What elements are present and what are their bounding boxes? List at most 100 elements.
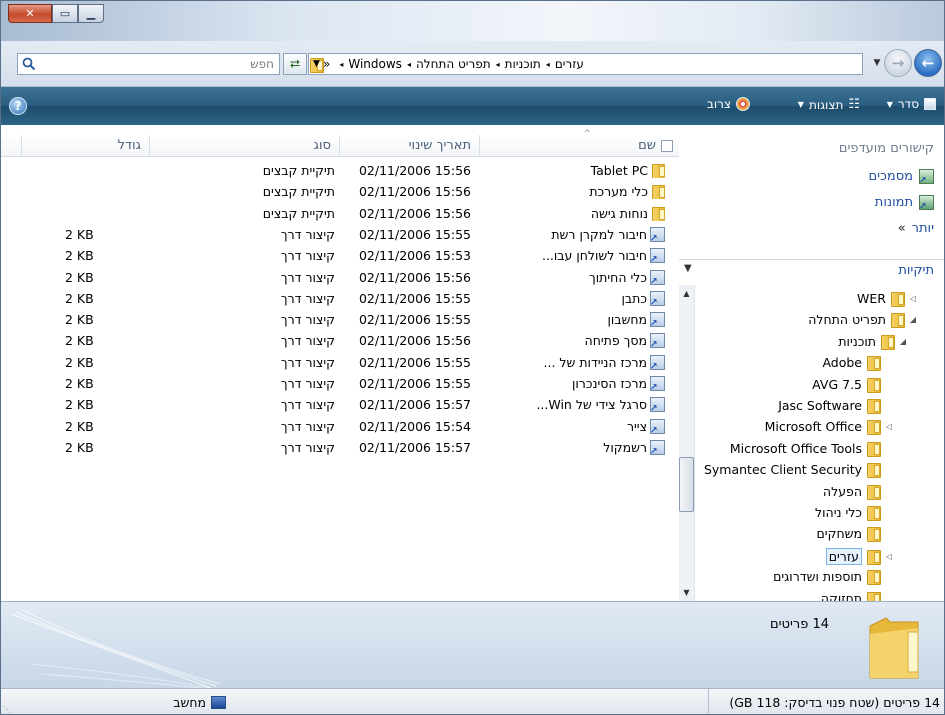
back-button[interactable]: ← bbox=[914, 49, 942, 77]
expand-toggle-icon[interactable]: ◁ bbox=[908, 294, 918, 303]
column-header-name[interactable]: שם ^ bbox=[479, 129, 679, 157]
expand-toggle-icon[interactable]: ◢ bbox=[908, 315, 918, 324]
tree-node[interactable]: Microsoft Office Tools bbox=[729, 440, 894, 457]
organize-button[interactable]: סדר ▼ bbox=[887, 97, 936, 111]
search-input[interactable]: חפש bbox=[17, 53, 280, 75]
favorite-links-title: קישורים מועדפים bbox=[838, 141, 934, 156]
tree-node[interactable]: ◁ Microsoft Office bbox=[765, 419, 894, 436]
large-folder-icon bbox=[869, 617, 919, 679]
column-header-size[interactable]: גודל bbox=[21, 135, 149, 157]
maximize-button[interactable]: ▭ bbox=[52, 4, 78, 23]
favorite-link-pictures[interactable]: תמונות bbox=[875, 195, 934, 212]
breadcrumb-separator-icon[interactable]: ◂ bbox=[546, 60, 550, 69]
address-dropdown[interactable]: ▼ bbox=[313, 59, 320, 69]
tree-node[interactable]: ◁ WER bbox=[857, 291, 918, 307]
breadcrumb-start-menu[interactable]: תפריט התחלה ◂ bbox=[402, 57, 491, 71]
tree-node[interactable]: ◢ תוכניות bbox=[838, 334, 908, 350]
file-row[interactable]: כלי מערכת 02/11/2006 15:56 תיקיית קבצים bbox=[1, 182, 679, 203]
tree-node-label: Microsoft Office Tools bbox=[729, 440, 862, 456]
file-row[interactable]: מרכז הסינכרון 02/11/2006 15:55 קיצור דרך 2 … bbox=[1, 374, 679, 395]
file-row[interactable]: רשמקול 02/11/2006 15:57 קיצור דרך 2 KB bbox=[1, 438, 679, 459]
file-row[interactable]: Tablet PC 02/11/2006 15:56 תיקיית קבצים bbox=[1, 161, 679, 182]
file-name-label: חיבור לשולחן עבו... bbox=[541, 248, 647, 264]
tree-node-label: Jasc Software bbox=[778, 398, 862, 413]
file-type: תיקיית קבצים bbox=[262, 184, 335, 200]
title-bar: ✕ ▭ ▁ bbox=[1, 1, 944, 41]
tree-node[interactable]: ◁ עזרים bbox=[825, 547, 894, 565]
tree-node[interactable]: Jasc Software bbox=[778, 398, 894, 414]
views-icon: ☷ bbox=[848, 97, 860, 112]
refresh-button[interactable]: ⮂ bbox=[283, 53, 307, 75]
tree-node[interactable]: Symantec Client Security bbox=[703, 462, 894, 479]
select-all-checkbox[interactable] bbox=[661, 139, 673, 152]
tree-node[interactable]: Adobe bbox=[822, 355, 894, 372]
file-date: 02/11/2006 15:55 bbox=[358, 226, 471, 242]
tree-node[interactable]: AVG 7.5 bbox=[812, 377, 894, 393]
tree-node-label: תוספות ושדרוגים bbox=[773, 569, 862, 585]
resize-grip-icon[interactable]: ⋰ bbox=[3, 705, 11, 714]
shortcut-icon bbox=[650, 312, 665, 328]
file-row[interactable]: צייר 02/11/2006 15:54 קיצור דרך 2 KB bbox=[1, 417, 679, 438]
file-row[interactable]: מרכז הניידות של ... 02/11/2006 15:55 קיצור… bbox=[1, 353, 679, 374]
file-row[interactable]: סרגל צידי של Win... 02/11/2006 15:57 קיצור… bbox=[1, 395, 679, 416]
file-row[interactable]: כתבן 02/11/2006 15:55 קיצור דרך 2 KB bbox=[1, 289, 679, 310]
favorite-link-more[interactable]: יותר » bbox=[898, 221, 934, 236]
recent-pages-dropdown[interactable]: ▼ bbox=[870, 56, 884, 70]
views-button[interactable]: ☷ תצוגות ▼ bbox=[798, 97, 860, 112]
file-name: Tablet PC bbox=[479, 163, 665, 178]
tree-node[interactable]: משחקים bbox=[817, 526, 894, 543]
column-header-type[interactable]: סוג bbox=[149, 135, 339, 157]
address-bar[interactable]: « Windows ◂ תפריט התחלה ◂ תוכניות ◂ עזרים ◂ … bbox=[308, 53, 863, 75]
folder-tree-scrollbar[interactable]: ▲ ▼ bbox=[678, 285, 695, 601]
file-name: סרגל צידי של Win... bbox=[479, 397, 665, 413]
burn-disc-icon bbox=[736, 97, 750, 111]
file-name: נוחות גישה bbox=[479, 206, 665, 221]
breadcrumb-accessories[interactable]: עזרים ◂ bbox=[541, 57, 584, 71]
file-row[interactable]: נוחות גישה 02/11/2006 15:56 תיקיית קבצים bbox=[1, 204, 679, 225]
forward-button[interactable]: → bbox=[884, 49, 912, 77]
details-item-count: 14 פריטים bbox=[769, 617, 829, 632]
breadcrumb-programs[interactable]: תוכניות ◂ bbox=[491, 57, 541, 71]
file-date: 02/11/2006 15:57 bbox=[358, 439, 471, 455]
breadcrumb-separator-icon[interactable]: ◂ bbox=[407, 60, 411, 69]
file-type: קיצור דרך bbox=[280, 248, 335, 264]
expand-toggle-icon[interactable]: ◁ bbox=[884, 422, 894, 431]
minimize-button[interactable]: ▁ bbox=[78, 4, 104, 23]
column-header-date[interactable]: תאריך שינוי bbox=[339, 135, 479, 157]
breadcrumb-separator-icon[interactable]: ◂ bbox=[339, 60, 343, 69]
shortcut-icon bbox=[650, 290, 665, 306]
close-button[interactable]: ✕ bbox=[8, 4, 52, 23]
tree-node[interactable]: ◢ תפריט התחלה bbox=[808, 312, 918, 329]
file-type: קיצור דרך bbox=[280, 333, 335, 349]
search-icon[interactable] bbox=[21, 56, 37, 72]
breadcrumb-separator-icon[interactable]: ◂ bbox=[496, 60, 500, 69]
file-row[interactable]: מחשבון 02/11/2006 15:55 קיצור דרך 2 KB bbox=[1, 310, 679, 331]
file-date: 02/11/2006 15:57 bbox=[358, 397, 471, 413]
tree-node[interactable]: הפעלה bbox=[823, 484, 894, 500]
expand-toggle-icon[interactable]: ◢ bbox=[898, 337, 908, 346]
breadcrumb-overflow[interactable]: « bbox=[323, 57, 330, 71]
tree-node[interactable]: כלי ניהול bbox=[815, 505, 894, 521]
folders-header[interactable]: תיקיות ▼ bbox=[678, 259, 944, 281]
file-type: קיצור דרך bbox=[280, 269, 335, 285]
file-row[interactable]: חיבור למקרן רשת 02/11/2006 15:55 קיצור דרך… bbox=[1, 225, 679, 246]
expand-toggle-icon[interactable]: ◁ bbox=[884, 552, 894, 561]
file-row[interactable]: כלי החיתוך 02/11/2006 15:56 קיצור דרך 2 KB bbox=[1, 268, 679, 289]
folder-icon bbox=[866, 462, 881, 479]
search-placeholder: חפש bbox=[250, 57, 274, 71]
scrollbar-thumb[interactable] bbox=[679, 457, 694, 512]
scroll-down-arrow-icon[interactable]: ▼ bbox=[678, 584, 695, 601]
organize-icon bbox=[924, 98, 936, 110]
documents-icon bbox=[919, 169, 934, 186]
favorite-link-documents[interactable]: מסמכים bbox=[868, 169, 934, 186]
scroll-up-arrow-icon[interactable]: ▲ bbox=[678, 285, 695, 302]
caption-buttons: ✕ ▭ ▁ bbox=[8, 4, 104, 23]
tree-node[interactable]: תוספות ושדרוגים bbox=[773, 569, 894, 586]
tree-node-label: Symantec Client Security bbox=[703, 462, 862, 478]
breadcrumb-windows[interactable]: Windows ◂ bbox=[334, 57, 402, 71]
file-row[interactable]: חיבור לשולחן עבו... 02/11/2006 15:53 קיצור… bbox=[1, 246, 679, 267]
burn-button[interactable]: צרוב bbox=[707, 97, 750, 111]
help-icon[interactable]: ? bbox=[9, 97, 27, 115]
file-row[interactable]: מסך פתיחה 02/11/2006 15:56 קיצור דרך 2 KB bbox=[1, 331, 679, 352]
tree-node[interactable]: תחזוקה bbox=[821, 591, 894, 601]
